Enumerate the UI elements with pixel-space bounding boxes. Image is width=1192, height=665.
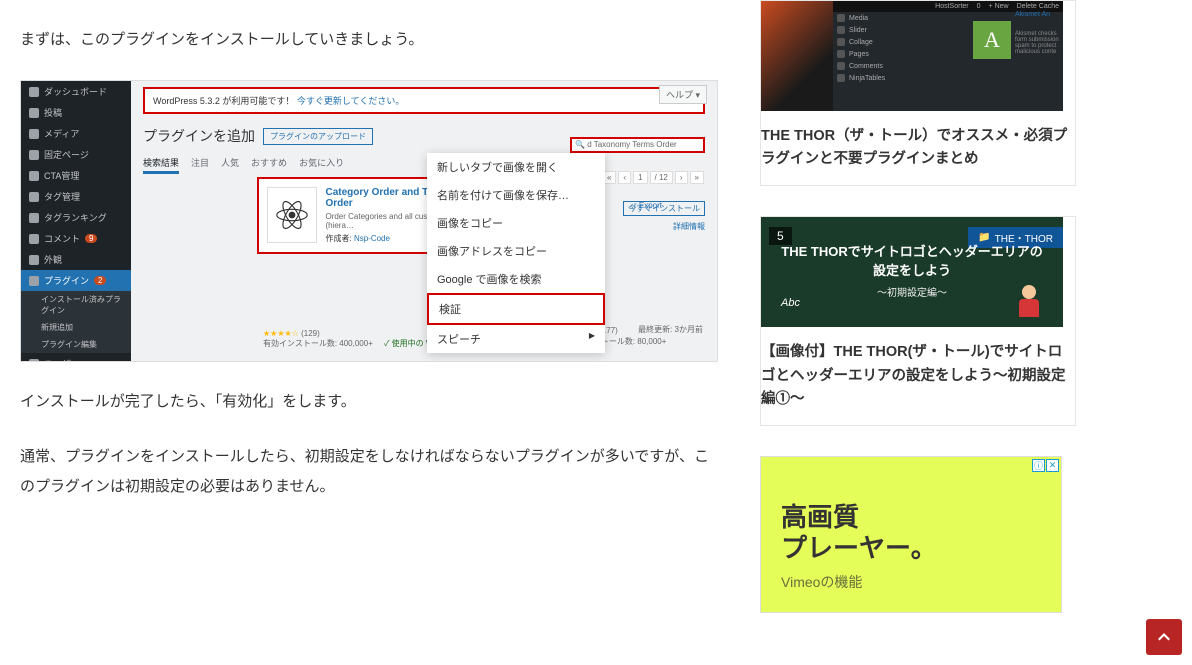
related-card-2[interactable]: 5 📁 THE・THOR THE THORでサイトロゴとヘッダーエリアの設定をし… [760,216,1076,426]
plugin2-updated: 最終更新: 3か月前 [638,324,703,335]
article-main: まずは、このプラグインをインストールしていきましょう。 ダッシュボード 投稿 メ… [0,0,748,613]
plugin-icon-atom [267,187,317,243]
chevron-up-icon [1156,629,1172,645]
blog-sidebar: HostSorter0+ NewDelete Cache Media Slide… [748,0,1088,613]
update-notice: WordPress 5.3.2 が利用可能です！ 今すぐ更新してください。 [143,87,705,114]
thumb-subtitle: 〜初期設定編〜 [877,284,947,299]
wp-admin-sidebar: ダッシュボード 投稿 メディア 固定ページ CTA管理 タグ管理 タグランキング… [21,81,131,361]
update-link: 今すぐ更新してください。 [297,94,404,107]
tag-icon [29,192,39,202]
advertisement[interactable]: ⓘ✕ 高画質プレーヤー。 Vimeoの機能 [760,456,1062,613]
ranking-icon [29,213,39,223]
upload-plugin-button: プラグインのアップロード [263,128,373,145]
cm-copy-address: 画像アドレスをコピー [427,237,605,265]
paragraph-3: 通常、プラグインをインストールしたら、初期設定をしなければならないプラグインが多… [20,442,718,502]
card2-thumbnail: 5 📁 THE・THOR THE THORでサイトロゴとヘッダーエリアの設定をし… [761,217,1063,327]
plugin-icon [29,276,39,286]
help-tab: ヘルプ ▾ [659,85,707,104]
abc-text: Abc [781,297,800,309]
ad-subtext: Vimeoの機能 [781,572,1041,592]
character-icon [1015,285,1043,321]
akismet-icon: A [973,21,1011,59]
cm-open-new-tab: 新しいタブで画像を開く [427,153,605,181]
page-icon [29,150,39,160]
menu-plugin-active: プラグイン 2 [21,270,131,291]
card1-thumbnail: HostSorter0+ NewDelete Cache Media Slide… [761,1,1063,111]
thumb-title: THE THORでサイトロゴとヘッダーエリアの設定をしよう [776,243,1048,279]
card1-title: THE THOR（ザ・トール）でオススメ・必須プラグインと不要プラグインまとめ [761,111,1075,185]
scroll-top-button[interactable] [1146,619,1182,655]
cm-google-search: Google で画像を検索 [427,265,605,293]
cm-speech: スピーチ [427,325,605,353]
cm-inspect-highlighted: 検証 [427,293,605,325]
related-card-1[interactable]: HostSorter0+ NewDelete Cache Media Slide… [760,0,1076,186]
media-icon [29,129,39,139]
post-icon [29,108,39,118]
paragraph-2: インストールが完了したら、「有効化」をします。 [20,387,718,417]
wp-content-area: ヘルプ ▾ WordPress 5.3.2 が利用可能です！ 今すぐ更新してくだ… [131,81,717,361]
comment-icon [29,234,39,244]
card2-title: 【画像付】THE THOR(ザ・トール)でサイトロゴとヘッダーエリアの設定をしよ… [761,327,1075,425]
ad-headline: 高画質プレーヤー。 [781,502,1041,564]
cm-save-as: 名前を付けて画像を保存… [427,181,605,209]
user-icon [29,359,39,363]
akismet-desc: Akismet checks form submission spam to p… [1015,31,1063,55]
screenshot-wp-admin: ダッシュボード 投稿 メディア 固定ページ CTA管理 タグ管理 タグランキング… [20,80,718,362]
dashboard-icon [29,87,39,97]
appearance-icon [29,255,39,265]
paragraph-1: まずは、このプラグインをインストールしていきましょう。 [20,25,718,55]
plugin-search-input: 🔍 d Taxonomy Terms Order [570,137,705,153]
detail-link: 詳細情報 [673,221,705,232]
ad-choices-icon[interactable]: ⓘ✕ [1032,459,1059,472]
context-menu: 新しいタブで画像を開く 名前を付けて画像を保存… 画像をコピー 画像アドレスをコ… [427,153,605,353]
cm-copy-image: 画像をコピー [427,209,605,237]
akismet-title: Akismet An [1015,11,1063,18]
pagination: «‹1/ 12›» [601,171,705,184]
cta-icon [29,171,39,181]
install-button: 今すぐインストール [623,201,705,216]
folder-icon: 📁 [978,232,990,243]
